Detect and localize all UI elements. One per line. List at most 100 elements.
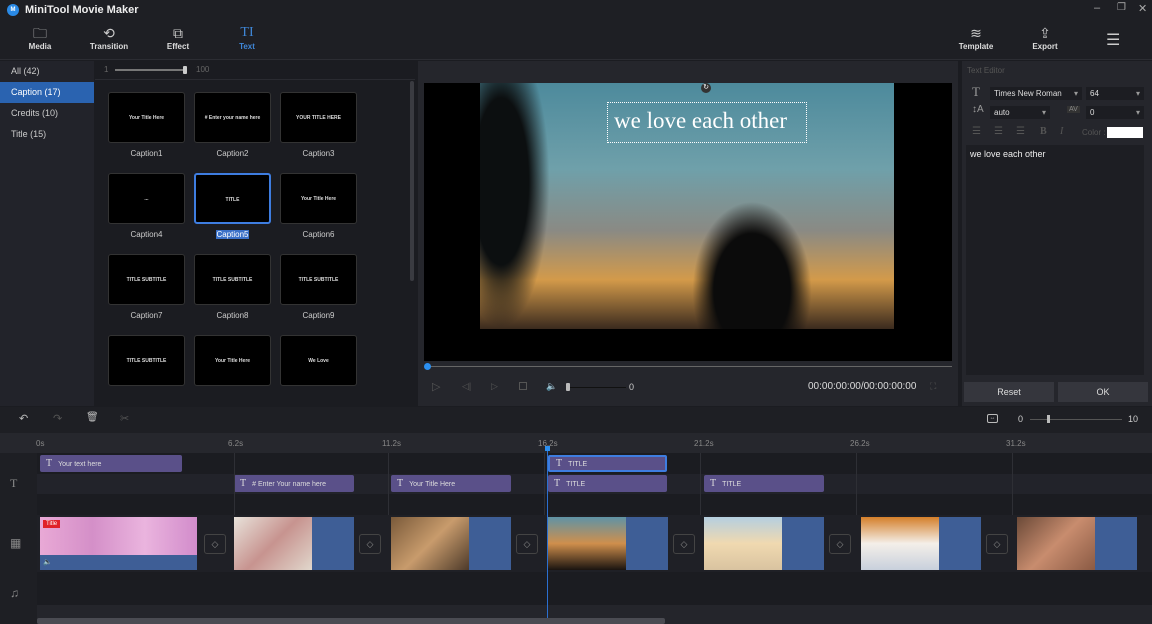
caption-label[interactable]: Caption1 <box>108 149 185 158</box>
caption-thumbnail[interactable]: Your Title Here <box>108 92 185 143</box>
hamburger-menu-icon[interactable]: ☰ <box>1106 30 1120 50</box>
caption-label[interactable]: Caption2 <box>194 149 271 158</box>
delete-icon[interactable]: 🗑 <box>86 412 99 423</box>
caption-thumbnail[interactable]: Your Title Here <box>280 173 357 224</box>
video-clip[interactable] <box>1017 517 1137 570</box>
caption-thumbnail[interactable]: Your Title Here <box>194 335 271 386</box>
template-button[interactable]: ≋ Template <box>946 24 1006 51</box>
transition-slot-icon[interactable]: ◇ <box>516 534 538 554</box>
font-size-select[interactable]: 64 ▾ <box>1086 87 1144 100</box>
video-clip[interactable] <box>861 517 981 570</box>
preview-progress-track[interactable] <box>427 366 952 367</box>
transition-slot-icon[interactable]: ◇ <box>359 534 381 554</box>
effect-button[interactable]: ⧉ Effect <box>148 24 208 51</box>
caption-thumbnail[interactable]: ... <box>108 173 185 224</box>
grid-line <box>700 453 701 515</box>
caption-thumbnail[interactable]: TITLE SUBTITLE <box>108 335 185 386</box>
fullscreen-icon[interactable]: ⛶ <box>930 381 936 392</box>
ok-button[interactable]: OK <box>1058 382 1148 402</box>
align-center-icon[interactable]: ☰ <box>994 126 1003 137</box>
transition-slot-icon[interactable]: ◇ <box>204 534 226 554</box>
caption-thumbnail[interactable]: TITLE <box>194 173 271 224</box>
font-family-select[interactable]: Times New Roman ▾ <box>990 87 1082 100</box>
timeline-ruler[interactable]: 0s 6.2s 11.2s 16.2s 21.2s 26.2s 31.2s <box>0 433 1152 453</box>
transition-slot-icon[interactable]: ◇ <box>829 534 851 554</box>
category-all[interactable]: All (42) <box>0 61 94 82</box>
audio-icon[interactable]: 🔈 <box>43 558 52 566</box>
caption-label[interactable]: Caption8 <box>194 311 271 320</box>
caption-thumbnail[interactable]: TITLE SUBTITLE <box>194 254 271 305</box>
library-scrollbar[interactable] <box>410 81 414 281</box>
play-button[interactable]: ▷ <box>432 380 440 393</box>
text-clip[interactable]: T Your text here <box>40 455 182 472</box>
category-credits[interactable]: Credits (10) <box>0 103 94 124</box>
caption-thumbnail[interactable]: TITLE SUBTITLE <box>108 254 185 305</box>
caption-thumbnail[interactable]: We Love <box>280 335 357 386</box>
color-swatch[interactable] <box>1107 127 1143 138</box>
video-clip[interactable] <box>548 517 668 570</box>
playhead[interactable] <box>547 448 548 618</box>
text-clip[interactable]: T Your Title Here <box>391 475 511 492</box>
volume-icon[interactable]: 🔈 <box>546 381 557 392</box>
size-slider-min: 1 <box>104 65 109 74</box>
text-clip[interactable]: T TITLE <box>704 475 824 492</box>
export-button[interactable]: ⇪ Export <box>1015 24 1075 51</box>
bold-icon[interactable]: B <box>1040 126 1047 137</box>
video-clip[interactable]: Title 🔈 <box>40 517 197 570</box>
ruler-tick: 0s <box>36 439 45 448</box>
size-slider[interactable] <box>115 69 185 71</box>
preview-progress-handle[interactable] <box>424 363 431 370</box>
video-clip[interactable] <box>704 517 824 570</box>
text-clip-label: TITLE <box>566 481 586 488</box>
line-spacing-select[interactable]: auto ▾ <box>990 106 1050 119</box>
next-frame-button[interactable]: ▷ <box>491 381 498 392</box>
caption-label[interactable]: Caption9 <box>280 311 357 320</box>
close-button[interactable]: ✕ <box>1138 2 1147 15</box>
title-bar: M MiniTool Movie Maker – ❐ ✕ <box>0 0 1152 20</box>
volume-slider[interactable] <box>566 387 626 388</box>
stop-button[interactable] <box>519 382 527 390</box>
transition-slot-icon[interactable]: ◇ <box>986 534 1008 554</box>
video-clip[interactable] <box>234 517 354 570</box>
timeline-zoom-handle[interactable] <box>1047 415 1050 423</box>
char-spacing-select[interactable]: 0 ▾ <box>1086 106 1144 119</box>
prev-frame-button[interactable]: ◁| <box>462 381 471 392</box>
redo-icon[interactable]: ↷ <box>53 412 62 425</box>
rotate-handle-icon[interactable]: ↻ <box>701 83 711 93</box>
category-title[interactable]: Title (15) <box>0 124 94 145</box>
text-content-area[interactable]: we love each other <box>966 145 1144 375</box>
text-clip[interactable]: T # Enter Your name here <box>234 475 354 492</box>
reset-button[interactable]: Reset <box>964 382 1054 402</box>
caption-label[interactable]: Caption6 <box>280 230 357 239</box>
caption-thumbnail[interactable]: # Enter your name here <box>194 92 271 143</box>
cut-icon[interactable]: ✂ <box>120 412 129 425</box>
align-left-icon[interactable]: ☰ <box>972 126 981 137</box>
undo-icon[interactable]: ↶ <box>19 412 28 425</box>
caption-thumbnail[interactable]: TITLE SUBTITLE <box>280 254 357 305</box>
size-slider-handle[interactable] <box>183 66 187 74</box>
caption-thumbnail[interactable]: YOUR TITLE HERE <box>280 92 357 143</box>
align-right-icon[interactable]: ☰ <box>1016 126 1025 137</box>
transition-slot-icon[interactable]: ◇ <box>673 534 695 554</box>
timeline-zoom-slider[interactable] <box>1030 419 1122 420</box>
video-clip[interactable] <box>391 517 511 570</box>
text-clip-icon: T <box>554 478 561 489</box>
transition-button[interactable]: ⟲ Transition <box>79 24 139 51</box>
caption-label[interactable]: Caption7 <box>108 311 185 320</box>
overlay-text[interactable]: we love each other <box>614 108 787 134</box>
fit-timeline-icon[interactable]: ↔ <box>987 414 998 423</box>
category-caption[interactable]: Caption (17) <box>0 82 94 103</box>
caption-label[interactable]: Caption3 <box>280 149 357 158</box>
media-button[interactable]: 🗀 Media <box>10 24 70 51</box>
text-button[interactable]: TI Text <box>217 24 277 51</box>
minimize-button[interactable]: – <box>1094 2 1100 14</box>
caption-label[interactable]: Caption4 <box>108 230 185 239</box>
timeline-scrollbar[interactable] <box>37 618 665 624</box>
caption-label[interactable]: Caption5 <box>194 230 271 239</box>
text-clip[interactable]: T TITLE <box>548 475 667 492</box>
playhead-handle[interactable] <box>545 446 550 451</box>
italic-icon[interactable]: I <box>1060 126 1063 137</box>
text-clip[interactable]: T TITLE <box>548 455 667 472</box>
restore-button[interactable]: ❐ <box>1117 2 1126 13</box>
volume-handle[interactable] <box>566 383 570 391</box>
